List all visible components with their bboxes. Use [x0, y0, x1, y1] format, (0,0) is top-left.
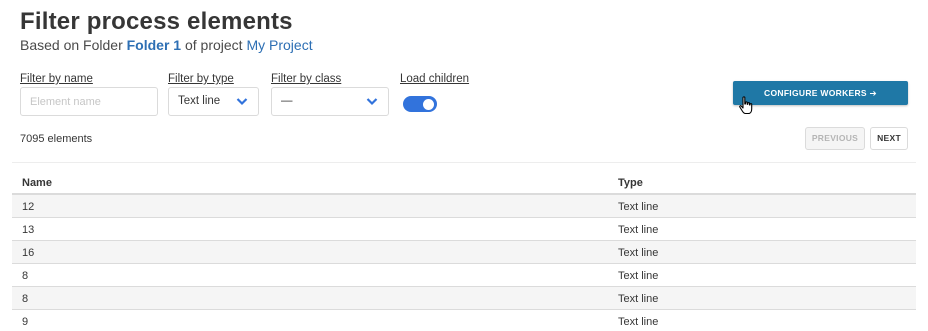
- row-type: Text line: [618, 270, 659, 282]
- chevron-down-icon: [366, 98, 378, 106]
- previous-page-button[interactable]: PREVIOUS: [805, 127, 865, 150]
- table-row[interactable]: 8 Text line: [12, 264, 916, 287]
- type-select-value: Text line: [178, 95, 221, 107]
- table-header: Name Type: [12, 170, 916, 195]
- table-row[interactable]: 13 Text line: [12, 218, 916, 241]
- type-select[interactable]: Text line: [168, 87, 259, 116]
- toggle-knob: [423, 98, 434, 110]
- table-row[interactable]: 12 Text line: [12, 195, 916, 218]
- next-page-button[interactable]: NEXT: [870, 127, 908, 150]
- row-type: Text line: [618, 224, 659, 236]
- table-row[interactable]: 9 Text line: [12, 310, 916, 331]
- table-body: 12 Text line 13 Text line 16 Text line 8 Tex…: [12, 195, 916, 331]
- hand-cursor-icon: [739, 96, 753, 115]
- row-name[interactable]: 13: [22, 224, 34, 236]
- element-name-input[interactable]: [20, 87, 158, 116]
- configure-workers-button[interactable]: CONFIGURE WORKERS ➔: [733, 81, 908, 105]
- row-name[interactable]: 8: [22, 270, 28, 282]
- divider: [12, 162, 916, 163]
- page-title: Filter process elements: [20, 8, 293, 35]
- row-type: Text line: [618, 293, 659, 305]
- filter-name-label: Filter by name: [20, 73, 93, 85]
- row-type: Text line: [618, 201, 659, 213]
- elements-table: Name Type 12 Text line 13 Text line 16 Text…: [12, 170, 916, 331]
- row-type: Text line: [618, 316, 659, 328]
- load-children-label: Load children: [400, 73, 470, 85]
- class-select[interactable]: —: [271, 87, 389, 116]
- project-link[interactable]: My Project: [246, 37, 312, 53]
- table-row[interactable]: 16 Text line: [12, 241, 916, 264]
- row-name[interactable]: 8: [22, 293, 28, 305]
- page-subtitle: Based on Folder Folder 1 of project My P…: [20, 37, 313, 53]
- class-select-value: —: [281, 95, 293, 107]
- chevron-down-icon: [236, 98, 248, 106]
- element-count: 7095 elements: [20, 133, 93, 145]
- subtitle-prefix: Based on Folder: [20, 37, 127, 53]
- filter-type-label: Filter by type: [168, 73, 234, 85]
- column-header-name: Name: [22, 177, 52, 189]
- row-name[interactable]: 9: [22, 316, 28, 328]
- load-children-toggle[interactable]: [403, 96, 437, 112]
- row-name[interactable]: 16: [22, 247, 34, 259]
- row-type: Text line: [618, 247, 659, 259]
- subtitle-mid: of project: [181, 37, 247, 53]
- table-row[interactable]: 8 Text line: [12, 287, 916, 310]
- column-header-type: Type: [618, 177, 643, 189]
- folder-link[interactable]: Folder 1: [127, 37, 181, 53]
- row-name[interactable]: 12: [22, 201, 34, 213]
- filter-class-label: Filter by class: [271, 73, 342, 85]
